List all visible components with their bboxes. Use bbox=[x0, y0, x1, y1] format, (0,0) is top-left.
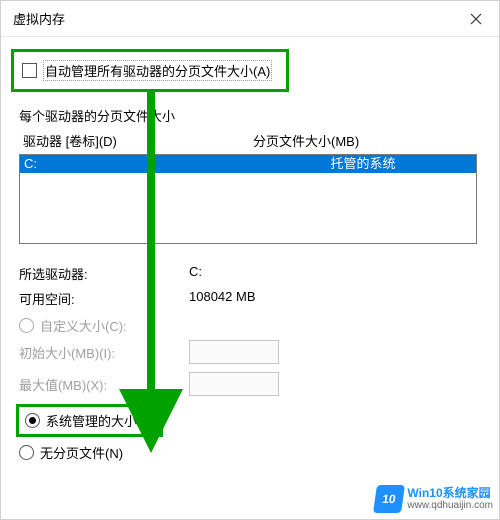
free-space-label: 可用空间: bbox=[19, 289, 189, 308]
watermark-badge: 10 bbox=[373, 485, 405, 513]
custom-size-radio-row[interactable]: 自定义大小(C): bbox=[19, 314, 485, 336]
custom-size-radio[interactable] bbox=[19, 318, 34, 333]
auto-manage-label: 自动管理所有驱动器的分页文件大小(A) bbox=[43, 60, 272, 81]
no-paging-radio[interactable] bbox=[19, 445, 34, 460]
selected-drive-label: 所选驱动器: bbox=[19, 264, 189, 283]
drive-list[interactable]: C: 托管的系统 bbox=[19, 154, 477, 244]
custom-size-fields: 初始大小(MB)(I): 最大值(MB)(X): bbox=[19, 340, 485, 396]
max-size-input bbox=[189, 372, 279, 396]
max-size-label: 最大值(MB)(X): bbox=[19, 375, 189, 394]
column-drive-header: 驱动器 [卷标](D) bbox=[23, 131, 253, 150]
virtual-memory-dialog: 虚拟内存 自动管理所有驱动器的分页文件大小(A) 每个驱动器的分页文件大小 驱动… bbox=[0, 0, 500, 520]
custom-size-label: 自定义大小(C): bbox=[40, 316, 127, 335]
initial-size-label: 初始大小(MB)(I): bbox=[19, 343, 189, 362]
auto-manage-checkbox[interactable] bbox=[22, 63, 37, 78]
size-cell: 托管的系统 bbox=[250, 155, 476, 173]
system-managed-radio[interactable] bbox=[25, 413, 40, 428]
column-size-header: 分页文件大小(MB) bbox=[253, 131, 477, 150]
window-title: 虚拟内存 bbox=[13, 9, 65, 28]
auto-manage-highlight: 自动管理所有驱动器的分页文件大小(A) bbox=[11, 49, 289, 92]
watermark: 10 Win10系统家园 www.qdhuaijin.com bbox=[375, 485, 493, 513]
initial-size-input bbox=[189, 340, 279, 364]
table-row[interactable]: C: 托管的系统 bbox=[20, 155, 476, 173]
title-bar: 虚拟内存 bbox=[1, 1, 499, 37]
system-managed-label: 系统管理的大小(Y) bbox=[46, 411, 154, 430]
free-space-value: 108042 MB bbox=[189, 289, 477, 308]
selected-drive-info: 所选驱动器: C: 可用空间: 108042 MB bbox=[19, 264, 477, 308]
watermark-text: Win10系统家园 www.qdhuaijin.com bbox=[407, 487, 493, 511]
watermark-site-url: www.qdhuaijin.com bbox=[407, 500, 493, 511]
no-paging-label: 无分页文件(N) bbox=[40, 443, 123, 462]
drive-table: 驱动器 [卷标](D) 分页文件大小(MB) C: 托管的系统 bbox=[19, 129, 477, 244]
watermark-site-name: Win10系统家园 bbox=[407, 487, 493, 500]
selected-drive-value: C: bbox=[189, 264, 477, 283]
each-drive-section-label: 每个驱动器的分页文件大小 bbox=[19, 106, 485, 125]
close-button[interactable] bbox=[453, 1, 499, 37]
table-header: 驱动器 [卷标](D) 分页文件大小(MB) bbox=[19, 129, 477, 154]
drive-cell: C: bbox=[24, 155, 250, 173]
system-managed-highlight: 系统管理的大小(Y) bbox=[16, 404, 163, 437]
dialog-body: 自动管理所有驱动器的分页文件大小(A) 每个驱动器的分页文件大小 驱动器 [卷标… bbox=[1, 37, 499, 475]
radio-dot-icon bbox=[29, 417, 36, 424]
no-paging-radio-row[interactable]: 无分页文件(N) bbox=[19, 441, 485, 463]
close-icon bbox=[470, 13, 482, 25]
